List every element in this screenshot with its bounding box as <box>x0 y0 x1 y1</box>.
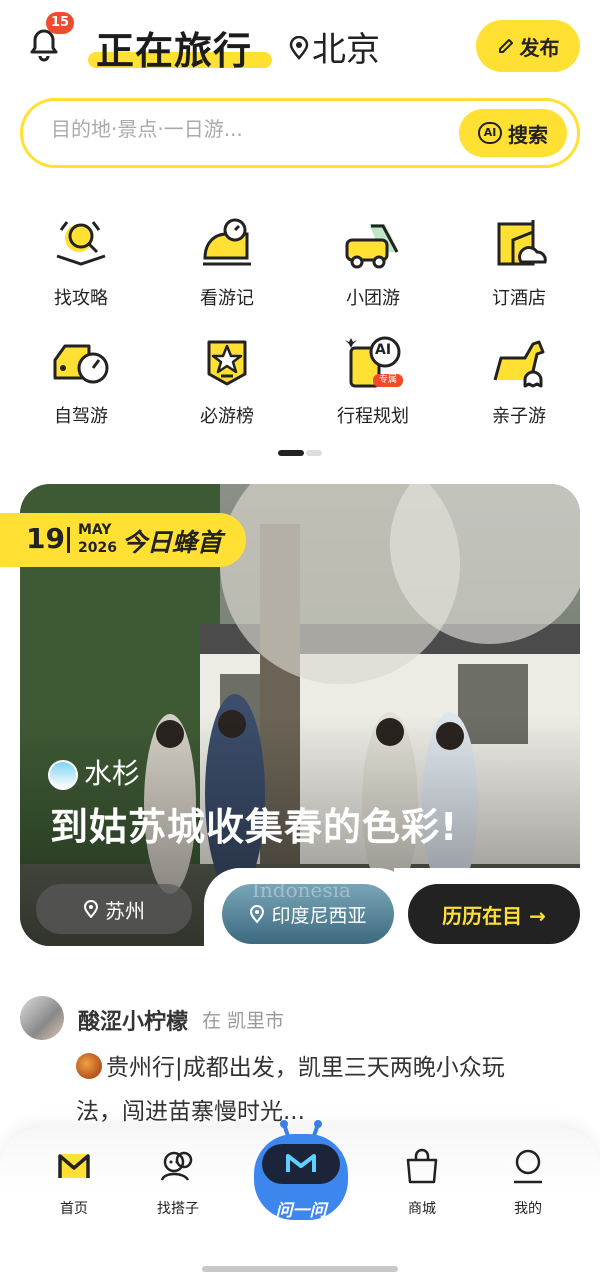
history-button[interactable]: 历历在目 → <box>408 884 580 944</box>
page-title: 正在旅行 <box>96 29 253 73</box>
shortcut-group-tour[interactable]: 小团游 <box>318 212 428 312</box>
home-icon <box>54 1146 94 1186</box>
daily-pick-tag: 19 MAY 2026 今日蜂首 <box>0 513 246 567</box>
ask-ai-button[interactable]: 问一问 <box>248 1116 354 1222</box>
shortcut-label: 找攻略 <box>54 288 108 309</box>
nav-label: 我的 <box>514 1201 542 1217</box>
shortcut-travelogue[interactable]: 看游记 <box>172 212 282 312</box>
feed-user-avatar[interactable] <box>20 996 64 1040</box>
self-drive-icon <box>49 330 113 394</box>
chip-label: 苏州 <box>105 898 145 923</box>
shortcut-label: 亲子游 <box>492 406 546 427</box>
shortcut-label: 小团游 <box>346 288 400 309</box>
nav-mine[interactable]: 我的 <box>488 1146 568 1218</box>
location-pin-icon <box>83 900 99 918</box>
shortcut-guide[interactable]: 找攻略 <box>26 212 136 312</box>
search-input[interactable] <box>51 117 431 141</box>
shortcut-label: 订酒店 <box>492 288 546 309</box>
shortcut-label: 行程规划 <box>337 406 409 427</box>
shopping-bag-icon <box>402 1146 442 1186</box>
date-month-year: MAY 2026 <box>78 522 117 556</box>
nav-label: 商城 <box>408 1201 436 1217</box>
profile-icon <box>508 1146 548 1186</box>
shortcut-ranking[interactable]: 必游榜 <box>172 330 282 430</box>
hotel-icon <box>487 212 551 276</box>
shortcut-label: 看游记 <box>200 288 254 309</box>
date-day: 19 <box>26 522 65 555</box>
guide-icon <box>49 212 113 276</box>
ai-icon: AI <box>375 342 392 358</box>
ask-ai-label: 问一问 <box>275 1201 327 1221</box>
author-avatar[interactable] <box>48 760 78 790</box>
pen-icon <box>498 39 513 53</box>
group-tour-icon <box>341 212 405 276</box>
publish-label: 发布 <box>519 35 560 60</box>
shortcut-label: 自驾游 <box>54 406 108 427</box>
author-name[interactable]: 水杉 <box>84 752 140 792</box>
nav-partner[interactable]: 找搭子 <box>138 1146 218 1218</box>
hotpot-emoji-icon <box>76 1053 102 1079</box>
shortcut-family-trip[interactable]: 亲子游 <box>464 330 574 430</box>
chip-label: 印度尼西亚 <box>271 904 367 927</box>
featured-title[interactable]: 到姑苏城收集春的色彩! <box>50 796 458 851</box>
search-button-label: 搜索 <box>508 122 548 147</box>
shortcut-hotel[interactable]: 订酒店 <box>464 212 574 312</box>
nav-mall[interactable]: 商城 <box>382 1146 462 1218</box>
destination-chip-indonesia[interactable]: Indonesia 印度尼西亚 <box>222 878 394 944</box>
nav-label: 找搭子 <box>157 1201 199 1217</box>
shortcut-self-drive[interactable]: 自驾游 <box>26 330 136 430</box>
chip-overlay-text: Indonesia <box>252 878 351 902</box>
trip-planner-icon: AI 专属 <box>341 330 405 394</box>
page-indicator <box>278 450 322 456</box>
date-divider <box>67 527 70 553</box>
home-indicator <box>202 1266 398 1272</box>
feed-location: 在 凯里市 <box>202 1010 285 1032</box>
notification-count-badge: 15 <box>46 12 75 34</box>
daily-pick-label: 今日蜂首 <box>122 528 223 557</box>
nav-home[interactable]: 首页 <box>34 1146 114 1218</box>
travelogue-icon <box>195 212 259 276</box>
location-chip-suzhou[interactable]: 苏州 <box>36 884 192 934</box>
search-bar: AI 搜索 <box>20 98 580 168</box>
nav-label: 首页 <box>60 1201 88 1217</box>
exclusive-badge: 专属 <box>373 374 404 387</box>
location-pin-icon <box>250 905 265 923</box>
location-pin-icon[interactable] <box>288 35 310 60</box>
family-trip-icon <box>487 330 551 394</box>
ranking-icon <box>195 330 259 394</box>
publish-button[interactable]: 发布 <box>476 20 580 72</box>
shortcut-trip-planner[interactable]: AI 专属 行程规划 <box>318 330 428 430</box>
shortcut-label: 必游榜 <box>200 406 254 427</box>
feed-username[interactable]: 酸涩小柠檬 <box>78 1004 188 1036</box>
current-city[interactable]: 北京 <box>312 22 380 71</box>
ai-icon: AI <box>478 122 502 144</box>
search-button[interactable]: AI 搜索 <box>459 109 567 157</box>
partner-icon <box>158 1146 198 1186</box>
